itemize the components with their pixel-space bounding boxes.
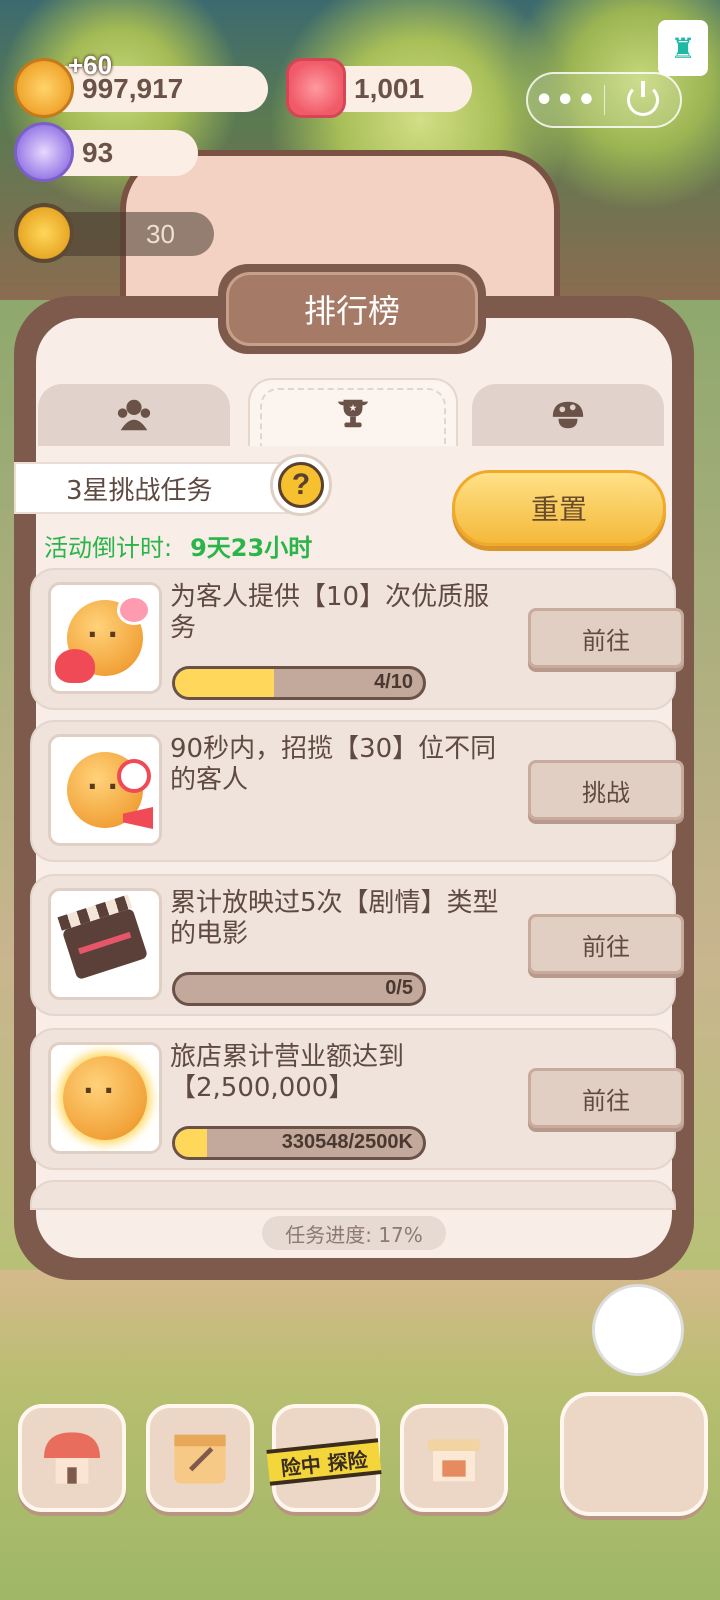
tab-bar: ★ — [38, 378, 664, 446]
nav-shop-button[interactable] — [400, 1404, 508, 1512]
shop-icon — [428, 1439, 480, 1482]
crowd-icon — [117, 399, 151, 431]
countdown-value: 9天23小时 — [190, 534, 313, 562]
crystal-icon — [14, 122, 74, 182]
task-item: 累计放映过5次【剧情】类型的电影 0/5 前往 — [30, 874, 684, 1016]
mushroom-icon — [552, 401, 584, 429]
golden-cookie-icon — [48, 1042, 162, 1154]
mission-title: 3星挑战任务 — [14, 462, 314, 514]
reset-button[interactable]: 重置 — [452, 470, 666, 546]
nav-house-button[interactable] — [18, 1404, 126, 1512]
sun-icon — [14, 203, 74, 263]
cookie-megaphone-icon — [48, 734, 162, 846]
coin-counter[interactable]: 997,917 — [14, 58, 268, 118]
more-button[interactable]: ••• — [528, 83, 604, 118]
panel-title-plate: 排行榜 — [218, 264, 486, 354]
task-progress-bar: 330548/2500K — [172, 1126, 426, 1160]
mushroom-house-icon — [44, 1432, 100, 1484]
exit-button[interactable] — [605, 81, 680, 116]
challenge-button[interactable]: 挑战 — [528, 760, 684, 820]
task-description: 90秒内，招揽【30】位不同的客人 — [170, 734, 497, 795]
cookie-heart-icon — [48, 582, 162, 694]
svg-text:★: ★ — [349, 403, 358, 414]
task-item: 旅店累计营业额达到【2,500,000】 330548/2500K 前往 — [30, 1028, 684, 1170]
tab-trophy[interactable]: ★ — [248, 378, 458, 446]
task-item: 90秒内，招揽【30】位不同的客人 挑战 — [30, 720, 684, 862]
question-icon: ? — [278, 462, 324, 508]
calendar-icon — [174, 1434, 226, 1484]
progress-text: 0/5 — [385, 977, 413, 999]
crystal-counter[interactable]: 93 — [14, 122, 198, 182]
tab-crowd[interactable] — [38, 384, 230, 446]
help-button[interactable]: ? — [270, 454, 332, 516]
crystal-value: 93 — [82, 137, 114, 168]
gem-value: 1,001 — [354, 73, 425, 104]
gem-icon — [286, 58, 346, 118]
nav-pet-button[interactable] — [560, 1392, 708, 1516]
power-icon — [626, 81, 659, 116]
top-badge-icon[interactable]: ♜ — [658, 20, 708, 76]
progress-fill — [175, 1129, 208, 1157]
go-button[interactable]: 前往 — [528, 608, 684, 668]
coin-gain-label: +60 — [68, 50, 113, 80]
go-button[interactable]: 前往 — [528, 914, 684, 974]
task-progress-bar: 0/5 — [172, 972, 426, 1006]
panel-title: 排行榜 — [226, 272, 478, 346]
clapperboard-icon — [48, 888, 162, 1000]
sun-value: 30 — [146, 218, 175, 249]
progress-text: 4/10 — [374, 671, 413, 693]
task-progress-bar: 4/10 — [172, 666, 426, 700]
progress-fill — [175, 669, 275, 697]
nav-calendar-button[interactable] — [146, 1404, 254, 1512]
task-description: 为客人提供【10】次优质服务 — [170, 582, 490, 643]
tab-mushroom[interactable] — [472, 384, 664, 446]
progress-text: 330548/2500K — [281, 1131, 413, 1153]
task-item: 为客人提供【10】次优质服务 4/10 前往 — [30, 568, 684, 710]
task-description: 旅店累计营业额达到【2,500,000】 — [170, 1042, 405, 1103]
miniprogram-capsule: ••• — [526, 72, 682, 128]
task-description: 累计放映过5次【剧情】类型的电影 — [170, 888, 499, 949]
task-item-partial — [30, 1180, 676, 1210]
gem-counter[interactable]: 1,001 — [286, 58, 472, 118]
go-button[interactable]: 前往 — [528, 1068, 684, 1128]
overall-progress: 任务进度: 17% — [262, 1216, 446, 1250]
cookie-coin-icon — [14, 58, 74, 118]
trophy-icon: ★ — [337, 399, 369, 428]
countdown-label: 活动倒计时: — [44, 534, 173, 562]
event-countdown: 活动倒计时: 9天23小时 — [44, 528, 312, 563]
assistant-chat-button[interactable] — [592, 1284, 684, 1376]
